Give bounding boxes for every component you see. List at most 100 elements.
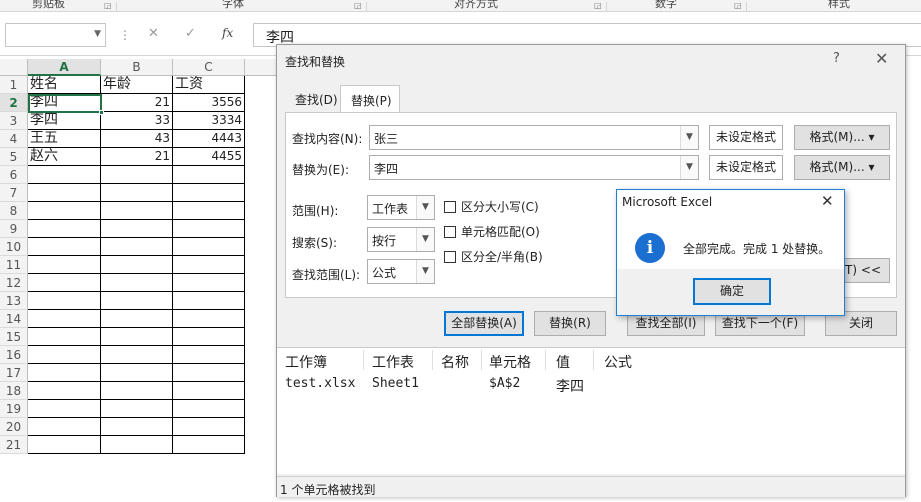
cell[interactable]: 姓名 — [28, 76, 101, 94]
ok-button[interactable]: 确定 — [693, 278, 771, 305]
chevron-down-icon[interactable]: ▼ — [680, 126, 698, 149]
cell[interactable] — [173, 184, 245, 202]
match-byte-checkbox[interactable]: 区分全/半角(B) — [444, 248, 543, 265]
results-header-workbook[interactable]: 工作簿 — [285, 352, 327, 372]
row-header[interactable]: 21 — [0, 436, 28, 454]
row-header[interactable]: 6 — [0, 166, 28, 184]
cell[interactable] — [101, 274, 173, 292]
replace-format-button[interactable]: 格式(M)... ▾ — [794, 155, 890, 180]
cell[interactable] — [28, 274, 101, 292]
cell[interactable] — [28, 436, 101, 454]
match-case-checkbox[interactable]: 区分大小写(C) — [444, 198, 539, 215]
insert-function-button[interactable]: fx — [222, 26, 233, 40]
chevron-down-icon[interactable]: ▼ — [94, 29, 101, 39]
cell[interactable]: 4443 — [173, 130, 245, 148]
cell[interactable] — [101, 382, 173, 400]
column-header-b[interactable]: B — [101, 59, 173, 76]
font-launcher-icon[interactable]: ◲ — [354, 1, 362, 10]
row-header[interactable]: 9 — [0, 220, 28, 238]
match-entire-cell-checkbox[interactable]: 单元格匹配(O) — [444, 223, 540, 240]
cell[interactable] — [101, 202, 173, 220]
cell[interactable] — [173, 220, 245, 238]
cell[interactable] — [28, 400, 101, 418]
chevron-down-icon[interactable]: ▼ — [416, 228, 434, 251]
cell[interactable]: 21 — [101, 148, 173, 166]
row-header[interactable]: 2 — [0, 94, 28, 112]
result-sheet[interactable]: Sheet1 — [372, 376, 419, 391]
results-list[interactable]: 工作簿 工作表 名称 单元格 值 公式 test.xlsx Sheet1 $A$… — [277, 347, 905, 474]
row-header[interactable]: 3 — [0, 112, 28, 130]
cell[interactable]: 工资 — [173, 76, 245, 94]
row-header[interactable]: 12 — [0, 274, 28, 292]
column-divider[interactable] — [363, 350, 364, 370]
number-launcher-icon[interactable]: ◲ — [734, 1, 742, 10]
cell[interactable] — [173, 310, 245, 328]
row-header[interactable]: 1 — [0, 76, 28, 94]
cell[interactable] — [101, 364, 173, 382]
cell[interactable] — [28, 238, 101, 256]
cell[interactable] — [173, 364, 245, 382]
cell[interactable] — [173, 202, 245, 220]
within-select[interactable]: 工作表 ▼ — [367, 195, 435, 220]
cell[interactable]: 3334 — [173, 112, 245, 130]
cell[interactable] — [173, 292, 245, 310]
replace-with-input[interactable]: 李四 ▼ — [369, 155, 699, 180]
cell[interactable] — [101, 310, 173, 328]
cell[interactable] — [28, 310, 101, 328]
row-header[interactable]: 5 — [0, 148, 28, 166]
search-select[interactable]: 按行 ▼ — [367, 227, 435, 252]
row-header[interactable]: 19 — [0, 400, 28, 418]
chevron-down-icon[interactable]: ▼ — [416, 260, 434, 283]
cell[interactable]: 33 — [101, 112, 173, 130]
cell[interactable] — [28, 292, 101, 310]
results-header-sheet[interactable]: 工作表 — [372, 352, 414, 372]
cell[interactable] — [28, 382, 101, 400]
find-format-button[interactable]: 格式(M)... ▾ — [794, 125, 890, 150]
row-header[interactable]: 18 — [0, 382, 28, 400]
cell[interactable] — [101, 238, 173, 256]
close-icon[interactable]: ✕ — [821, 192, 834, 210]
cell[interactable] — [173, 166, 245, 184]
cell[interactable] — [101, 292, 173, 310]
row-header[interactable]: 14 — [0, 310, 28, 328]
chevron-down-icon[interactable]: ▼ — [680, 156, 698, 179]
cell[interactable] — [28, 256, 101, 274]
result-value[interactable]: 李四 — [556, 376, 584, 396]
column-header-a[interactable]: A — [28, 59, 101, 76]
cell[interactable] — [173, 436, 245, 454]
column-divider[interactable] — [481, 350, 482, 370]
cell[interactable] — [173, 418, 245, 436]
column-divider[interactable] — [593, 350, 594, 370]
select-all-corner[interactable] — [0, 59, 28, 76]
cell[interactable] — [101, 166, 173, 184]
find-what-input[interactable]: 张三 ▼ — [369, 125, 699, 150]
cell[interactable]: 李四 — [28, 112, 101, 130]
cell[interactable] — [101, 328, 173, 346]
row-header[interactable]: 13 — [0, 292, 28, 310]
row-header[interactable]: 7 — [0, 184, 28, 202]
column-divider[interactable] — [545, 350, 546, 370]
alignment-launcher-icon[interactable]: ◲ — [594, 1, 602, 10]
results-header-formula[interactable]: 公式 — [604, 352, 632, 372]
tab-find[interactable]: 查找(D) — [285, 85, 340, 112]
cell[interactable] — [173, 382, 245, 400]
column-header-c[interactable]: C — [173, 59, 245, 76]
results-header-name[interactable]: 名称 — [441, 352, 469, 372]
row-header[interactable]: 17 — [0, 364, 28, 382]
result-workbook[interactable]: test.xlsx — [285, 376, 355, 391]
look-in-select[interactable]: 公式 ▼ — [367, 259, 435, 284]
cell[interactable] — [173, 256, 245, 274]
cell[interactable] — [28, 166, 101, 184]
cell[interactable] — [173, 346, 245, 364]
cell[interactable] — [173, 400, 245, 418]
x-icon[interactable]: ✕ — [148, 26, 159, 41]
checkbox-box[interactable] — [444, 251, 456, 263]
row-header[interactable]: 20 — [0, 418, 28, 436]
column-divider[interactable] — [432, 350, 433, 370]
cell[interactable] — [173, 328, 245, 346]
cell[interactable] — [101, 346, 173, 364]
row-header[interactable]: 16 — [0, 346, 28, 364]
cell[interactable]: 21 — [101, 94, 173, 112]
cell[interactable]: 王五 — [28, 130, 101, 148]
cell[interactable] — [101, 400, 173, 418]
